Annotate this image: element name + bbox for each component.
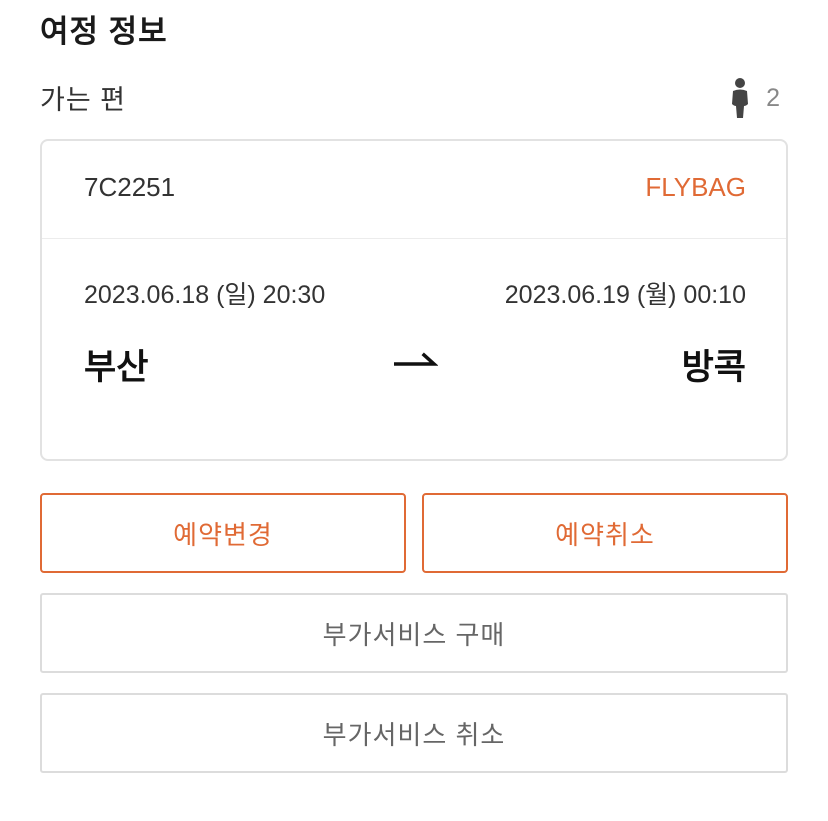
- flight-number: 7C2251: [84, 172, 176, 202]
- change-booking-button[interactable]: 예약변경: [40, 493, 406, 573]
- cancel-addon-button[interactable]: 부가서비스 취소: [40, 693, 788, 773]
- leg-label: 가는 편: [40, 85, 127, 115]
- passenger-count-group: 2: [728, 76, 780, 120]
- arrival-city: 방콕: [681, 348, 746, 387]
- departure-datetime: 2023.06.18 (일) 20:30: [84, 281, 326, 309]
- flight-card-header: 7C2251 FLYBAG: [42, 141, 786, 239]
- person-icon: [732, 78, 749, 118]
- arrow-right-icon: [394, 352, 438, 366]
- leg-header: 가는 편 2: [40, 76, 788, 120]
- departure-city: 부산: [84, 348, 149, 387]
- fare-type-badge: FLYBAG: [645, 172, 746, 202]
- passenger-count: 2: [766, 83, 780, 112]
- buy-addon-button[interactable]: 부가서비스 구매: [40, 593, 788, 673]
- flight-card: 7C2251 FLYBAG 2023.06.18 (일) 20:30 2023.…: [40, 139, 788, 461]
- cancel-booking-button[interactable]: 예약취소: [422, 493, 788, 573]
- arrival-datetime: 2023.06.19 (월) 00:10: [504, 281, 746, 309]
- section-title: 여정 정보: [40, 14, 168, 49]
